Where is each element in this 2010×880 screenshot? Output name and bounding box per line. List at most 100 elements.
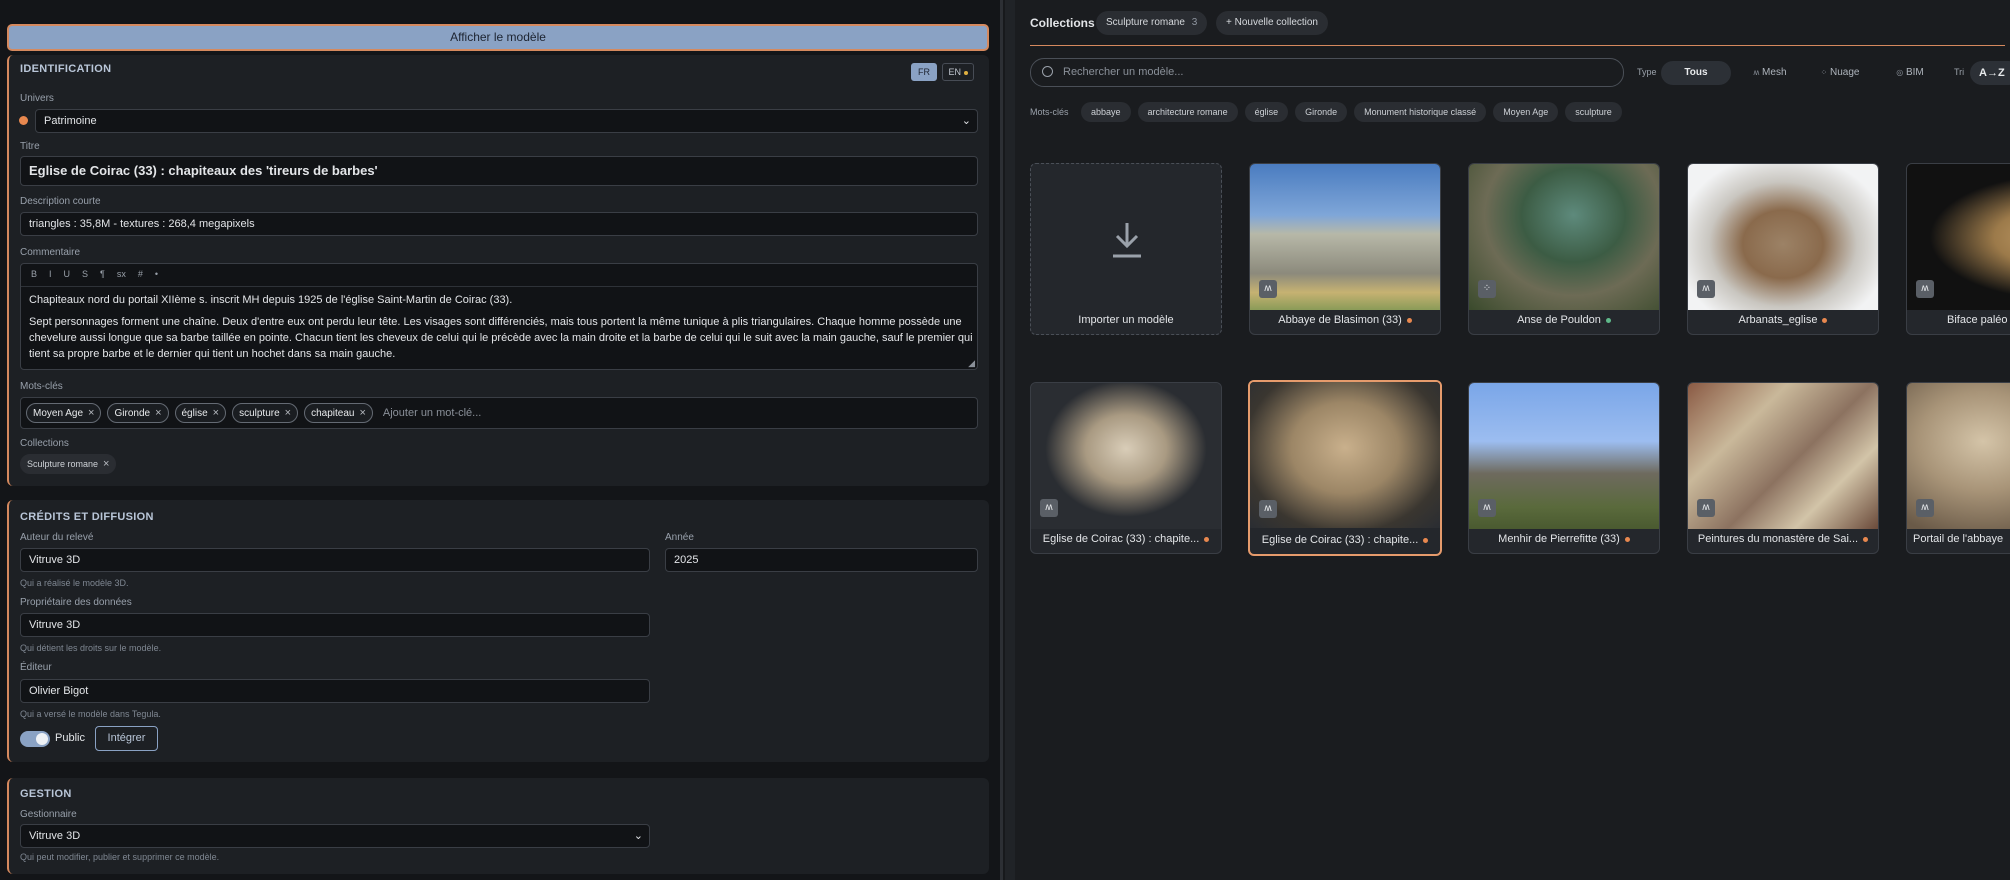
mesh-icon: ʍ	[1753, 68, 1760, 77]
keyword-chip[interactable]: Moyen Age ×	[26, 403, 102, 423]
status-dot	[1863, 536, 1869, 542]
model-card[interactable]: ʍ Arbanats_eglise	[1687, 163, 1879, 335]
model-title: Abbaye de Blasimon (33)	[1250, 306, 1440, 334]
keyword-filter[interactable]: Moyen Age	[1493, 102, 1559, 122]
manager-select[interactable]: Vitruve 3D ⌄	[20, 824, 650, 848]
search-input[interactable]: Rechercher un modèle...	[1030, 58, 1624, 87]
model-thumbnail	[1250, 164, 1440, 310]
remove-icon[interactable]: ×	[213, 407, 219, 419]
univers-select[interactable]: Patrimoine ⌄	[35, 109, 978, 133]
remove-icon[interactable]: ×	[155, 407, 161, 419]
model-title: Portail de l'abbaye	[1907, 525, 2010, 553]
comment-editor[interactable]: B I U S ¶ sx # • Chapiteaux nord du portail XII…	[20, 263, 978, 370]
titre-input[interactable]: Eglise de Coirac (33) : chapiteaux des '…	[20, 156, 978, 186]
model-card[interactable]: ʍ Menhir de Pierrefitte (33)	[1468, 382, 1660, 554]
univers-label: Univers	[20, 93, 54, 104]
collection-count: 3	[1191, 17, 1198, 28]
lang-en-button[interactable]: EN	[942, 63, 974, 81]
keywords-input[interactable]: Moyen Age × Gironde × église × sculpture × chapi…	[20, 397, 978, 429]
model-title-text: Abbaye de Blasimon (33)	[1278, 314, 1402, 326]
editor-help: Qui a versé le modèle dans Tegula.	[20, 709, 161, 719]
type-mesh[interactable]: ʍ Mesh	[1735, 61, 1805, 85]
model-card-selected[interactable]: ʍ Eglise de Coirac (33) : chapite...	[1248, 380, 1442, 556]
remove-icon[interactable]: ×	[88, 407, 94, 419]
search-icon	[1042, 66, 1053, 77]
model-card[interactable]: ⁘ Anse de Pouldon	[1468, 163, 1660, 335]
status-dot	[1624, 536, 1630, 542]
model-card[interactable]: ʍ Abbaye de Blasimon (33)	[1249, 163, 1441, 335]
author-label: Auteur du relevé	[20, 532, 94, 543]
comment-toolbar: B I U S ¶ sx # •	[31, 268, 170, 284]
author-input[interactable]: Vitruve 3D	[20, 548, 650, 572]
keyword-chip[interactable]: sculpture ×	[232, 403, 299, 423]
keyword-chip-label: sculpture	[239, 407, 280, 419]
owner-input[interactable]: Vitruve 3D	[20, 613, 650, 637]
type-mesh-label: Mesh	[1762, 67, 1787, 78]
integrate-button[interactable]: Intégrer	[95, 726, 158, 751]
model-thumbnail	[1469, 164, 1659, 310]
type-all[interactable]: Tous	[1661, 61, 1731, 85]
model-card[interactable]: ʍ Eglise de Coirac (33) : chapite...	[1030, 382, 1222, 554]
comment-paragraph: Chapiteaux nord du portail XIIème s. ins…	[29, 294, 513, 306]
keyword-filter[interactable]: sculpture	[1565, 102, 1622, 122]
mesh-icon: ʍ	[1259, 500, 1277, 518]
status-dot	[1204, 536, 1210, 542]
import-card[interactable]: Importer un modèle	[1030, 163, 1222, 335]
keywords-filter-label: Mots-clés	[1030, 107, 1069, 117]
sort-button[interactable]: A→Z	[1970, 61, 2010, 85]
format-button[interactable]: B	[31, 269, 37, 279]
lang-fr-button[interactable]: FR	[911, 63, 937, 81]
resize-handle-icon[interactable]: ◢	[968, 358, 975, 369]
keyword-chip[interactable]: église ×	[174, 403, 227, 423]
collection-pill[interactable]: Sculpture romane 3	[1096, 11, 1208, 35]
keyword-chip[interactable]: chapiteau ×	[304, 403, 373, 423]
keyword-filter[interactable]: abbaye	[1081, 102, 1131, 122]
model-card[interactable]: ʍ Portail de l'abbaye	[1906, 382, 2010, 554]
format-button[interactable]: I	[49, 269, 52, 279]
model-card[interactable]: ʍ Peintures du monastère de Sai...	[1687, 382, 1879, 554]
panel-divider[interactable]	[1000, 0, 1003, 880]
collections-title: Collections	[1030, 16, 1095, 30]
keyword-filter[interactable]: église	[1244, 102, 1289, 122]
model-card[interactable]: ʍ Biface paléo	[1906, 163, 2010, 335]
format-button[interactable]: sx	[117, 269, 126, 279]
import-label: Importer un modèle	[1078, 314, 1174, 326]
scrollbar[interactable]	[1005, 0, 1015, 880]
model-title-text: Portail de l'abbaye	[1913, 533, 2004, 545]
keyword-filter[interactable]: Monument historique classé	[1354, 102, 1487, 122]
type-cloud[interactable]: ⁘ Nuage	[1805, 61, 1875, 85]
collections-label: Collections	[20, 438, 69, 449]
format-button[interactable]: U	[64, 269, 71, 279]
keyword-placeholder[interactable]: Ajouter un mot-clé...	[383, 407, 481, 419]
model-title: Peintures du monastère de Sai...	[1688, 525, 1878, 553]
format-button[interactable]: S	[82, 269, 88, 279]
keyword-chip[interactable]: Gironde ×	[107, 403, 169, 423]
keyword-filter[interactable]: Gironde	[1295, 102, 1348, 122]
description-input[interactable]: triangles : 35,8M - textures : 268,4 meg…	[20, 212, 978, 236]
chevron-down-icon: ⌄	[633, 830, 643, 842]
remove-icon[interactable]: ×	[285, 407, 291, 419]
year-input[interactable]: 2025	[665, 548, 978, 572]
format-button[interactable]: ¶	[100, 269, 105, 279]
model-title: Eglise de Coirac (33) : chapite...	[1031, 525, 1221, 553]
year-label: Année	[665, 532, 694, 543]
new-collection-button[interactable]: + Nouvelle collection	[1216, 11, 1328, 35]
model-title-text: Eglise de Coirac (33) : chapite...	[1042, 533, 1200, 545]
remove-icon[interactable]: ×	[359, 407, 365, 419]
editor-input[interactable]: Olivier Bigot	[20, 679, 650, 703]
show-model-button[interactable]: Afficher le modèle	[7, 24, 989, 51]
mesh-icon: ʍ	[1040, 499, 1058, 517]
keyword-filter[interactable]: architecture romane	[1137, 102, 1238, 122]
section-title: CRÉDITS ET DIFFUSION	[20, 511, 154, 523]
comment-text[interactable]: Chapiteaux nord du portail XIIème s. ins…	[29, 292, 973, 368]
toggle-knob	[36, 733, 48, 745]
format-button[interactable]: #	[138, 269, 143, 279]
sort-label: Tri	[1954, 67, 1965, 77]
collection-chip[interactable]: Sculpture romane ×	[20, 454, 117, 474]
public-toggle[interactable]	[20, 731, 50, 747]
manager-help: Qui peut modifier, publier et supprimer …	[20, 852, 220, 862]
type-bim[interactable]: ◎ BIM	[1875, 61, 1945, 85]
model-title-text: Biface paléo	[1947, 314, 2008, 326]
format-button[interactable]: •	[155, 269, 158, 279]
remove-icon[interactable]: ×	[103, 458, 109, 470]
